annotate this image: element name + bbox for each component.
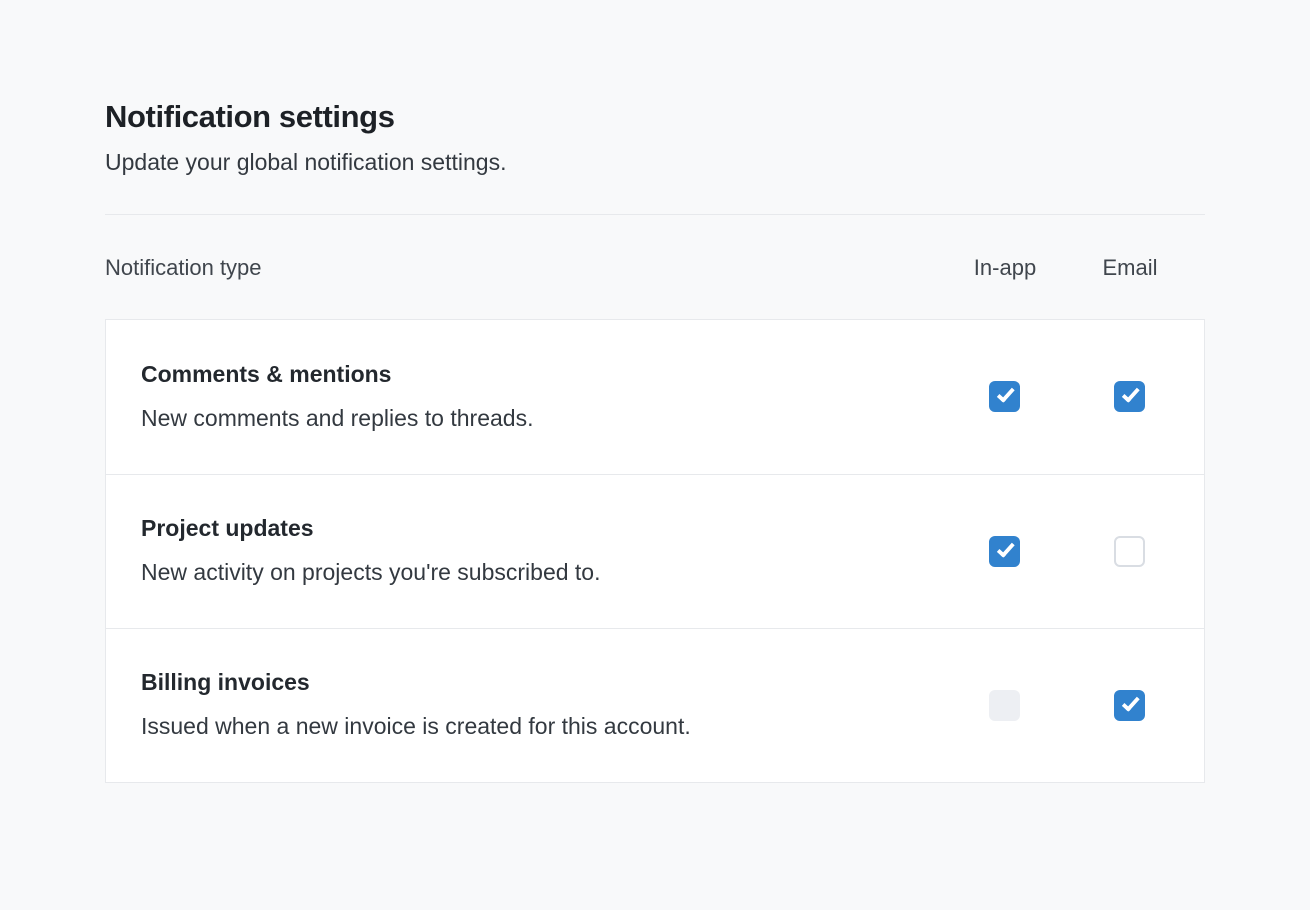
page-title: Notification settings bbox=[105, 98, 1205, 137]
row-description: New activity on projects you're subscrib… bbox=[141, 558, 914, 588]
checkmark-icon bbox=[996, 539, 1014, 558]
email-cell bbox=[1074, 536, 1184, 567]
notification-settings-page: Notification settings Update your global… bbox=[105, 0, 1205, 783]
project-email-checkbox[interactable] bbox=[1114, 536, 1145, 567]
notification-row-project-updates: Project updates New activity on projects… bbox=[106, 474, 1204, 628]
checkmark-icon bbox=[1121, 384, 1139, 403]
row-text: Comments & mentions New comments and rep… bbox=[106, 360, 934, 434]
row-description: Issued when a new invoice is created for… bbox=[141, 712, 914, 742]
checkmark-icon bbox=[1121, 693, 1139, 712]
column-header-email: Email bbox=[1102, 255, 1157, 281]
inapp-cell bbox=[934, 536, 1074, 567]
row-title: Billing invoices bbox=[141, 668, 914, 698]
row-text: Project updates New activity on projects… bbox=[106, 514, 934, 588]
divider bbox=[105, 214, 1205, 215]
checkmark-icon bbox=[996, 384, 1014, 403]
column-header-inapp: In-app bbox=[974, 255, 1036, 281]
row-title: Comments & mentions bbox=[141, 360, 914, 390]
email-cell bbox=[1074, 690, 1184, 721]
notification-row-comments-mentions: Comments & mentions New comments and rep… bbox=[106, 320, 1204, 474]
row-text: Billing invoices Issued when a new invoi… bbox=[106, 668, 934, 742]
comments-email-checkbox[interactable] bbox=[1114, 381, 1145, 412]
row-description: New comments and replies to threads. bbox=[141, 404, 914, 434]
notification-table: Comments & mentions New comments and rep… bbox=[105, 319, 1205, 783]
project-inapp-checkbox[interactable] bbox=[989, 536, 1020, 567]
notification-row-billing-invoices: Billing invoices Issued when a new invoi… bbox=[106, 628, 1204, 782]
comments-inapp-checkbox[interactable] bbox=[989, 381, 1020, 412]
row-title: Project updates bbox=[141, 514, 914, 544]
table-header: Notification type In-app Email bbox=[105, 253, 1205, 283]
inapp-cell bbox=[934, 381, 1074, 412]
email-cell bbox=[1074, 381, 1184, 412]
column-header-notification-type: Notification type bbox=[105, 255, 935, 281]
billing-inapp-checkbox bbox=[989, 690, 1020, 721]
billing-email-checkbox[interactable] bbox=[1114, 690, 1145, 721]
page-subtitle: Update your global notification settings… bbox=[105, 148, 1205, 178]
inapp-cell bbox=[934, 690, 1074, 721]
